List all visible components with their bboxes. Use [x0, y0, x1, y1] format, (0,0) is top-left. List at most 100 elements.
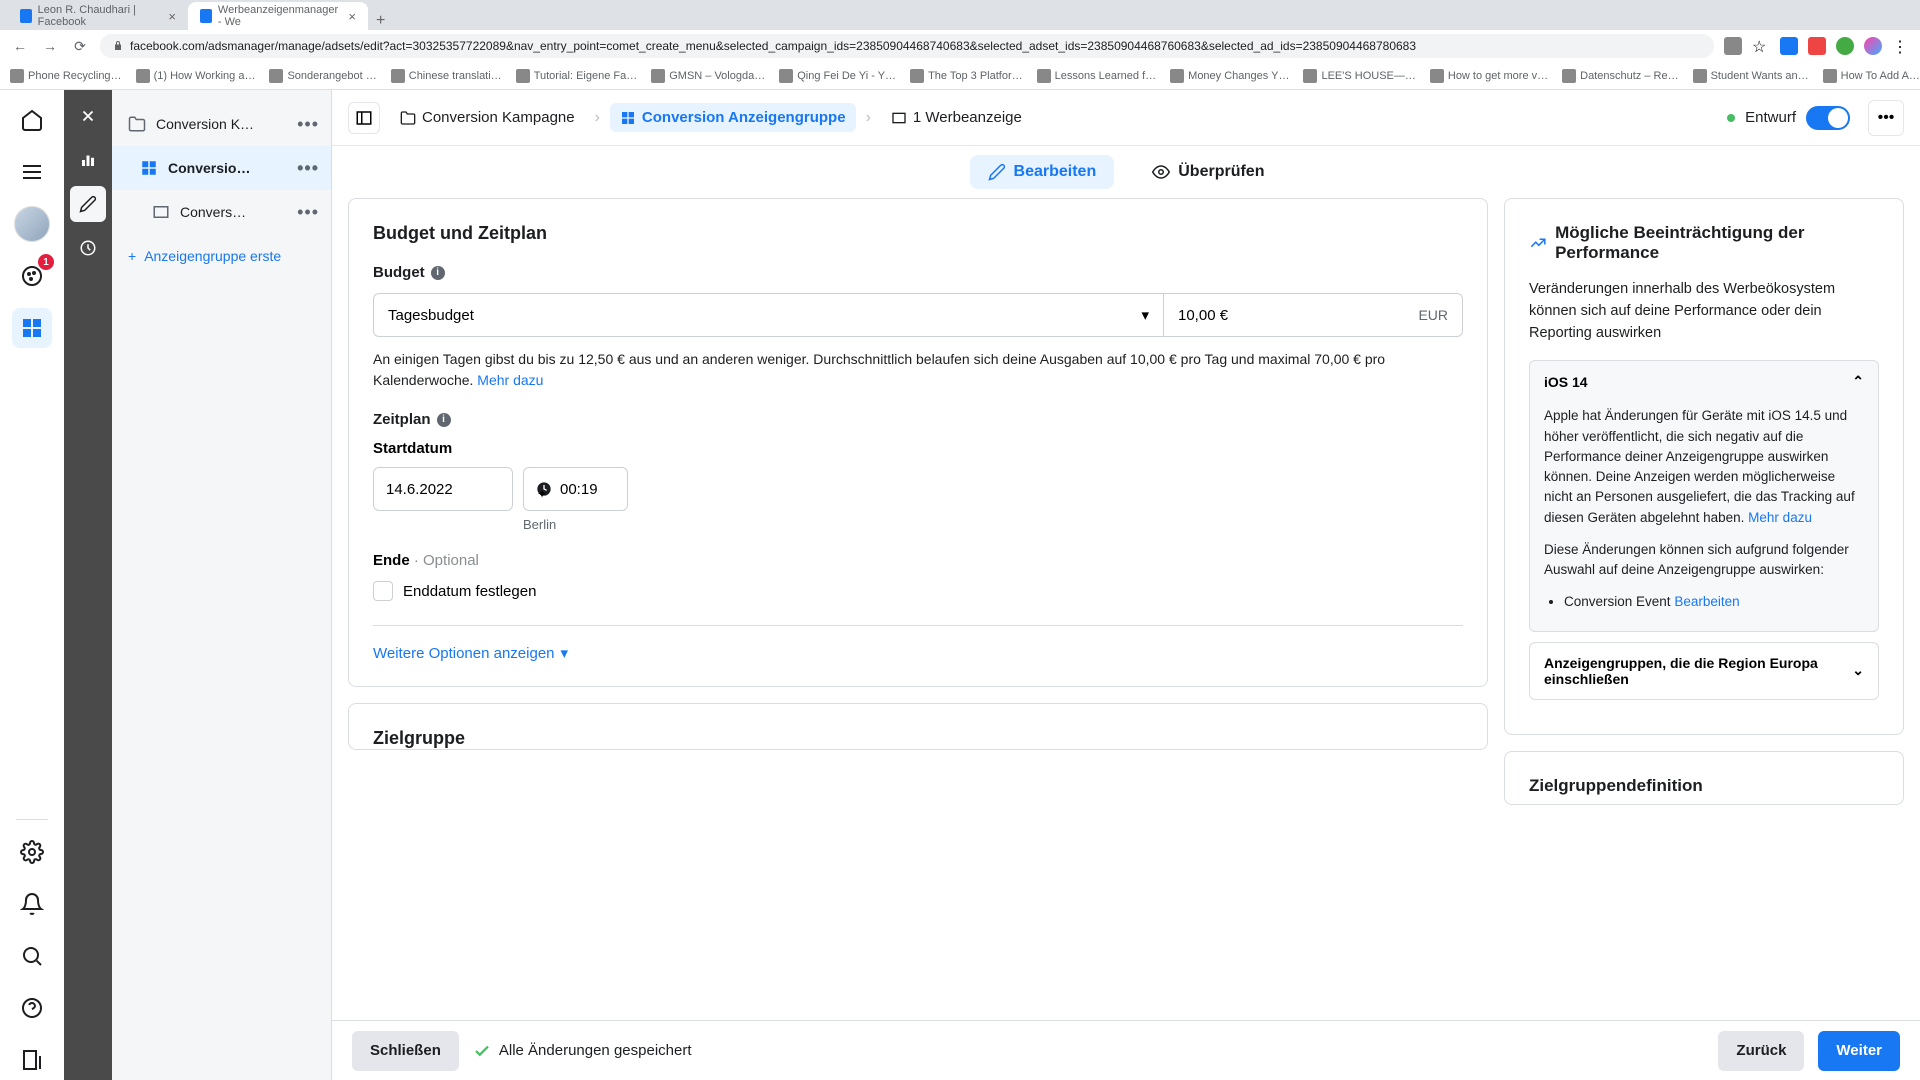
tab-title: Werbeanzeigenmanager - We: [218, 4, 343, 28]
info-icon[interactable]: i: [431, 266, 445, 280]
tree-item-adset[interactable]: Conversio… •••: [112, 146, 331, 190]
accordion-header[interactable]: iOS 14 ⌃: [1530, 361, 1878, 402]
bookmark[interactable]: Student Wants an…: [1693, 69, 1809, 83]
bookmark[interactable]: (1) How Working a…: [136, 69, 256, 83]
bookmark[interactable]: Money Changes Y…: [1170, 69, 1289, 83]
bookmark-favicon: [1303, 69, 1317, 83]
chevron-down-icon: ▾: [1141, 306, 1149, 324]
extension-icon[interactable]: [1780, 37, 1798, 55]
cookie-icon[interactable]: 1: [12, 256, 52, 296]
folder-icon: [400, 110, 416, 126]
end-date-checkbox[interactable]: [373, 581, 393, 601]
bookmark-favicon: [910, 69, 924, 83]
tab-review[interactable]: Überprüfen: [1134, 155, 1282, 189]
edit-link[interactable]: Bearbeiten: [1674, 594, 1739, 609]
add-adset-button[interactable]: + Anzeigengruppe erste: [112, 234, 331, 278]
new-tab-button[interactable]: +: [368, 12, 393, 30]
settings-button[interactable]: [12, 832, 52, 872]
close-icon[interactable]: ×: [168, 9, 176, 24]
start-date-input[interactable]: 14.6.2022: [373, 467, 513, 511]
bookmark[interactable]: How To Add A…: [1823, 69, 1920, 83]
bookmark[interactable]: Lessons Learned f…: [1037, 69, 1157, 83]
close-icon[interactable]: ×: [348, 9, 356, 24]
global-nav: 1: [0, 90, 64, 1080]
main-content: Conversion Kampagne › Conversion Anzeige…: [332, 90, 1920, 1080]
close-button[interactable]: Schließen: [352, 1031, 459, 1071]
bookmark[interactable]: GMSN – Vologda…: [651, 69, 765, 83]
edit-button[interactable]: [70, 186, 106, 222]
bookmark-favicon: [136, 69, 150, 83]
content-grid: Budget und Zeitplan Budget i Tagesbudget…: [332, 198, 1920, 1020]
bookmark[interactable]: Chinese translati…: [391, 69, 502, 83]
tree-label: Conversion K…: [156, 116, 287, 132]
bookmark-favicon: [391, 69, 405, 83]
accordion-header[interactable]: Anzeigengruppen, die die Region Europa e…: [1530, 643, 1878, 699]
grid-button[interactable]: [12, 308, 52, 348]
url-field[interactable]: facebook.com/adsmanager/manage/adsets/ed…: [100, 34, 1714, 58]
tree-item-ad[interactable]: Convers… •••: [112, 190, 331, 234]
breadcrumb-adset[interactable]: Conversion Anzeigengruppe: [610, 103, 856, 132]
divider: [373, 625, 1463, 626]
bookmark[interactable]: Datenschutz – Re…: [1562, 69, 1678, 83]
reload-button[interactable]: ⟳: [70, 36, 90, 56]
extension-icon[interactable]: [1808, 37, 1826, 55]
more-button[interactable]: •••: [1868, 100, 1904, 136]
start-date-label: Startdatum: [373, 440, 1463, 457]
check-icon: [473, 1042, 491, 1060]
more-icon[interactable]: •••: [297, 158, 319, 179]
history-button[interactable]: [70, 230, 106, 266]
search-button[interactable]: [12, 936, 52, 976]
more-link[interactable]: Mehr dazu: [477, 372, 543, 388]
bookmark[interactable]: LEE'S HOUSE—…: [1303, 69, 1415, 83]
bookmark[interactable]: Phone Recycling…: [10, 69, 122, 83]
info-icon[interactable]: i: [437, 413, 451, 427]
menu-button[interactable]: [12, 152, 52, 192]
tree-label: Convers…: [180, 204, 287, 220]
help-button[interactable]: [12, 988, 52, 1028]
extension-icon[interactable]: [1836, 37, 1854, 55]
star-icon[interactable]: ☆: [1752, 37, 1770, 55]
active-toggle[interactable]: [1806, 106, 1850, 130]
bookmark[interactable]: Tutorial: Eigene Fa…: [516, 69, 638, 83]
report-button[interactable]: [12, 1040, 52, 1080]
plus-icon: +: [128, 248, 136, 264]
extension-icon[interactable]: [1724, 37, 1742, 55]
input-value: 10,00 €: [1178, 307, 1228, 324]
chart-button[interactable]: [70, 142, 106, 178]
menu-icon[interactable]: ⋮: [1892, 37, 1910, 55]
close-button[interactable]: [70, 98, 106, 134]
tab-edit[interactable]: Bearbeiten: [970, 155, 1115, 189]
bookmark[interactable]: The Top 3 Platfor…: [910, 69, 1023, 83]
performance-card: Mögliche Beeinträchtigung der Performanc…: [1504, 198, 1904, 735]
forward-button[interactable]: →: [40, 36, 60, 56]
browser-tab-active[interactable]: Werbeanzeigenmanager - We ×: [188, 2, 368, 30]
browser-tab[interactable]: Leon R. Chaudhari | Facebook ×: [8, 2, 188, 30]
bookmark-favicon: [1823, 69, 1837, 83]
home-button[interactable]: [12, 100, 52, 140]
accordion-title: Anzeigengruppen, die die Region Europa e…: [1544, 655, 1852, 687]
more-link[interactable]: Mehr dazu: [1748, 510, 1812, 525]
bookmark[interactable]: Qing Fei De Yi - Y…: [779, 69, 896, 83]
next-button[interactable]: Weiter: [1818, 1031, 1900, 1071]
breadcrumb-label: Conversion Kampagne: [422, 109, 575, 126]
breadcrumb-ad[interactable]: 1 Werbeanzeige: [881, 103, 1032, 132]
budget-type-select[interactable]: Tagesbudget ▾: [373, 293, 1163, 337]
budget-amount-input[interactable]: 10,00 € EUR: [1163, 293, 1463, 337]
panel-toggle-button[interactable]: [348, 102, 380, 134]
tree-item-campaign[interactable]: Conversion K… •••: [112, 102, 331, 146]
notifications-button[interactable]: [12, 884, 52, 924]
bookmark[interactable]: How to get more v…: [1430, 69, 1548, 83]
breadcrumb-campaign[interactable]: Conversion Kampagne: [390, 103, 585, 132]
grid-icon: [620, 110, 636, 126]
back-button[interactable]: Zurück: [1718, 1031, 1804, 1071]
back-button[interactable]: ←: [10, 36, 30, 56]
bookmark[interactable]: Sonderangebot …: [269, 69, 376, 83]
pencil-icon: [988, 163, 1006, 181]
facebook-favicon: [200, 9, 212, 23]
profile-icon[interactable]: [1864, 37, 1882, 55]
avatar[interactable]: [12, 204, 52, 244]
expand-options-link[interactable]: Weitere Optionen anzeigen ▾: [373, 644, 1463, 662]
more-icon[interactable]: •••: [297, 114, 319, 135]
more-icon[interactable]: •••: [297, 202, 319, 223]
bookmark-favicon: [10, 69, 24, 83]
